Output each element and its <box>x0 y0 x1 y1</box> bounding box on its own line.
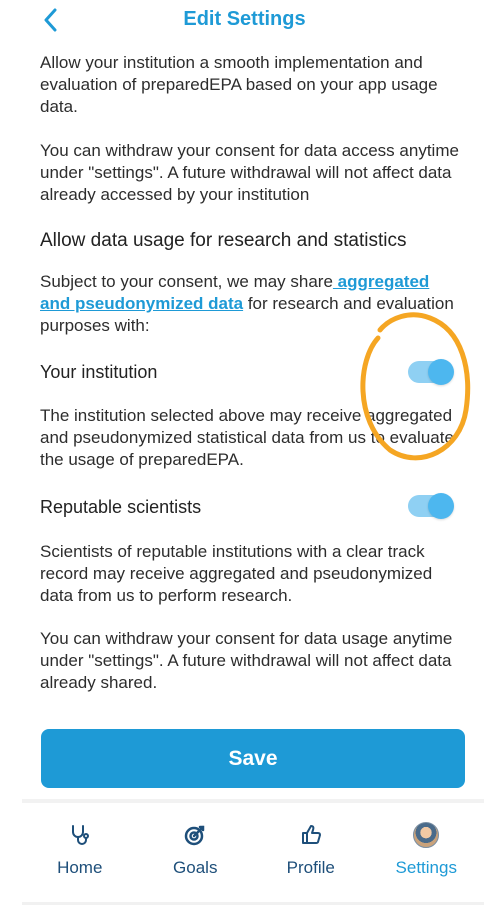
nav-item-settings[interactable]: Settings <box>369 804 485 894</box>
nav-item-home[interactable]: Home <box>22 804 138 894</box>
toggle-institution[interactable] <box>408 359 454 385</box>
option-description-scientists: Scientists of reputable institutions wit… <box>40 542 433 605</box>
option-title-scientists: Reputable scientists <box>40 497 202 517</box>
avatar <box>413 822 440 848</box>
toggle-scientists[interactable] <box>408 493 454 519</box>
bottom-divider <box>22 902 484 905</box>
nav-label-home: Home <box>57 858 103 877</box>
target-icon <box>182 822 208 848</box>
save-button[interactable]: Save <box>41 729 465 788</box>
withdraw-usage-note: You can withdraw your consent for data u… <box>40 629 453 692</box>
nav-label-goals: Goals <box>173 858 218 877</box>
nav-item-profile[interactable]: Profile <box>253 804 369 894</box>
toggle-knob <box>428 359 454 385</box>
nav-label-profile: Profile <box>286 858 335 877</box>
nav-item-goals[interactable]: Goals <box>138 804 254 894</box>
header: Edit Settings <box>0 0 489 40</box>
withdraw-access-note: You can withdraw your consent for data a… <box>40 141 459 204</box>
nav-label-settings: Settings <box>395 858 457 877</box>
page-title: Edit Settings <box>183 8 306 30</box>
research-text-before: Subject to your consent, we may share <box>40 272 333 291</box>
bottom-nav: Home Goals Profile Settings <box>22 804 484 894</box>
stethoscope-icon <box>67 822 93 848</box>
option-title-institution: Your institution <box>40 362 158 382</box>
option-description-institution: The institution selected above may recei… <box>40 406 454 469</box>
intro-paragraph: Allow your institution a smooth implemen… <box>40 53 438 116</box>
nav-divider <box>22 799 484 803</box>
avatar-icon <box>413 822 440 848</box>
toggle-knob <box>428 493 454 519</box>
research-heading: Allow data usage for research and statis… <box>40 230 407 251</box>
research-consent-text: Subject to your consent, we may share ag… <box>40 271 460 337</box>
thumbs-up-icon <box>298 822 324 848</box>
